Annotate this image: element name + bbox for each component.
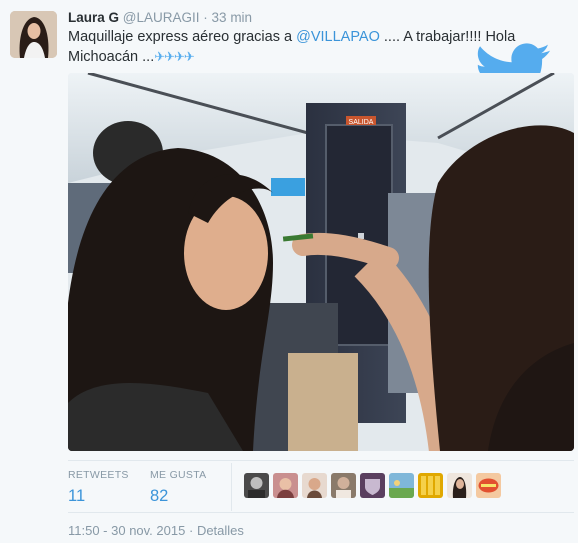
photo-airplane-cabin: SALIDA — [68, 73, 574, 451]
author-name[interactable]: Laura G — [68, 10, 119, 25]
tweet-timestamp[interactable]: 11:50 - 30 nov. 2015 — [68, 523, 185, 538]
header-separator: · — [203, 10, 208, 25]
likes-stat[interactable]: ME GUSTA 82 — [150, 469, 206, 506]
retweets-label: RETWEETS — [68, 469, 129, 481]
mention-link[interactable]: @VILLAPAO — [296, 29, 380, 45]
tweet: Laura G @LAURAGII · 33 min Maquillaje ex… — [0, 0, 578, 543]
avatar[interactable] — [10, 11, 57, 58]
retweets-count[interactable]: 11 — [68, 487, 129, 506]
exit-sign-text: SALIDA — [349, 119, 374, 126]
footer-separator: · — [188, 523, 194, 538]
airplane-emoji-icon: ✈✈✈✈ — [154, 49, 195, 64]
avatar-image — [10, 11, 57, 58]
tweet-text: Maquillaje express aéreo gracias a @VILL… — [68, 28, 528, 67]
stats-divider-top — [68, 460, 574, 461]
author-username[interactable]: @LAURAGII — [123, 10, 200, 25]
liker-avatar[interactable] — [273, 473, 298, 498]
stats-divider-bottom — [68, 512, 574, 513]
liker-avatar[interactable] — [302, 473, 327, 498]
likes-count[interactable]: 82 — [150, 487, 206, 506]
liker-avatar[interactable] — [447, 473, 472, 498]
liker-avatar[interactable] — [418, 473, 443, 498]
tweet-footer: 11:50 - 30 nov. 2015 · Detalles — [68, 523, 244, 538]
details-link[interactable]: Detalles — [197, 523, 244, 538]
retweets-stat[interactable]: RETWEETS 11 — [68, 469, 129, 506]
likes-label: ME GUSTA — [150, 469, 207, 481]
stats-vertical-divider — [231, 463, 232, 511]
liker-avatar[interactable] — [360, 473, 385, 498]
tweet-header: Laura G @LAURAGII · 33 min — [68, 10, 252, 25]
liker-avatar[interactable] — [389, 473, 414, 498]
tweet-text-part1: Maquillaje express aéreo gracias a — [68, 29, 297, 45]
liker-avatar[interactable] — [476, 473, 501, 498]
tweet-photo[interactable]: SALIDA — [68, 73, 574, 451]
liker-avatar[interactable] — [331, 473, 356, 498]
tweet-time[interactable]: 33 min — [212, 10, 253, 25]
liker-avatar[interactable] — [244, 473, 269, 498]
